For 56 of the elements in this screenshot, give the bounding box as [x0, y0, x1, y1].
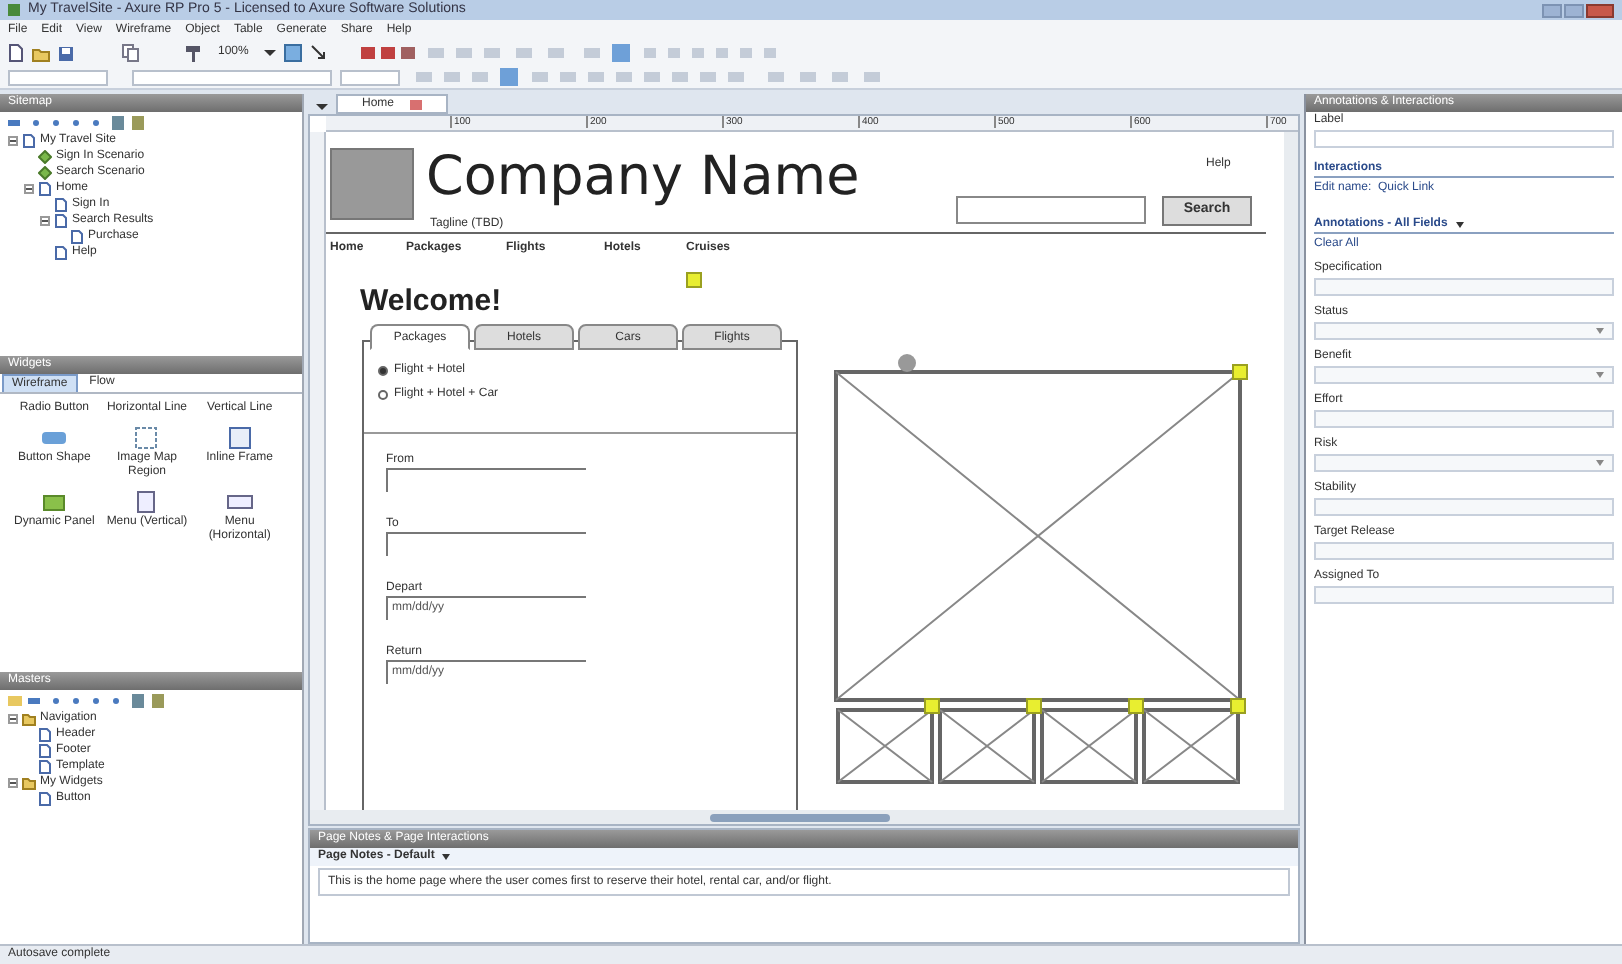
open-folder-icon[interactable]	[32, 45, 50, 61]
dropdown-field[interactable]	[1314, 454, 1614, 472]
footnote-marker	[1232, 364, 1248, 380]
rotation-handle[interactable]	[898, 354, 916, 372]
save-icon[interactable]	[58, 45, 74, 61]
input-field[interactable]	[386, 468, 586, 492]
company-name: Company Name	[426, 148, 860, 208]
footnote-marker	[1026, 698, 1042, 714]
copy-icon[interactable]	[122, 44, 140, 62]
new-page-icon[interactable]	[8, 44, 24, 62]
dashed-square-icon	[132, 424, 161, 452]
footnote-marker	[1230, 698, 1246, 714]
group-icon[interactable]	[360, 44, 417, 62]
footnote-marker	[1128, 698, 1144, 714]
expander-toggle[interactable]	[8, 713, 18, 723]
expander-toggle[interactable]	[24, 183, 34, 193]
caret-icon	[1596, 372, 1604, 378]
folder-icon	[22, 711, 36, 725]
expander-toggle[interactable]	[8, 777, 18, 787]
folder-icon	[22, 775, 36, 789]
format-painter-icon[interactable]	[184, 44, 202, 62]
welcome-heading: Welcome!	[360, 282, 502, 322]
expander-toggle[interactable]	[40, 215, 50, 225]
caret-icon	[1596, 328, 1604, 334]
input-field[interactable]	[386, 532, 586, 556]
footnote-marker	[924, 698, 940, 714]
vertical-scrollbar[interactable]	[1284, 132, 1298, 810]
caret-icon	[1596, 460, 1604, 466]
label-field[interactable]	[1314, 130, 1614, 148]
connector-icon[interactable]	[310, 44, 329, 62]
image-placeholder	[1142, 708, 1240, 784]
page-icon	[22, 133, 36, 147]
horizontal-scrollbar[interactable]	[310, 810, 1298, 824]
scroll-thumb[interactable]	[710, 813, 890, 821]
expander-toggle[interactable]	[8, 135, 18, 145]
dropdown-field[interactable]	[1314, 322, 1614, 340]
radio-button[interactable]	[378, 366, 388, 376]
page-icon	[38, 791, 52, 805]
menu-icon	[132, 488, 161, 516]
app-icon	[8, 4, 20, 16]
caret-icon[interactable]	[1455, 221, 1464, 227]
search-field[interactable]	[956, 196, 1146, 224]
logo-placeholder	[330, 148, 414, 220]
dropdown-field[interactable]	[1314, 366, 1614, 384]
close-icon[interactable]	[410, 99, 423, 109]
frame-icon	[225, 424, 254, 452]
caret-icon[interactable]	[442, 854, 451, 860]
caret-icon[interactable]	[264, 50, 277, 56]
select-tool-icon[interactable]	[284, 44, 303, 62]
sitemap-toolbar-icons-drawing	[8, 115, 148, 129]
image-placeholder	[1040, 708, 1138, 784]
footnote-marker	[686, 272, 702, 288]
image-placeholder	[836, 708, 934, 784]
close-button[interactable]	[1586, 3, 1614, 17]
radio-button[interactable]	[378, 390, 388, 400]
image-placeholder	[938, 708, 1036, 784]
